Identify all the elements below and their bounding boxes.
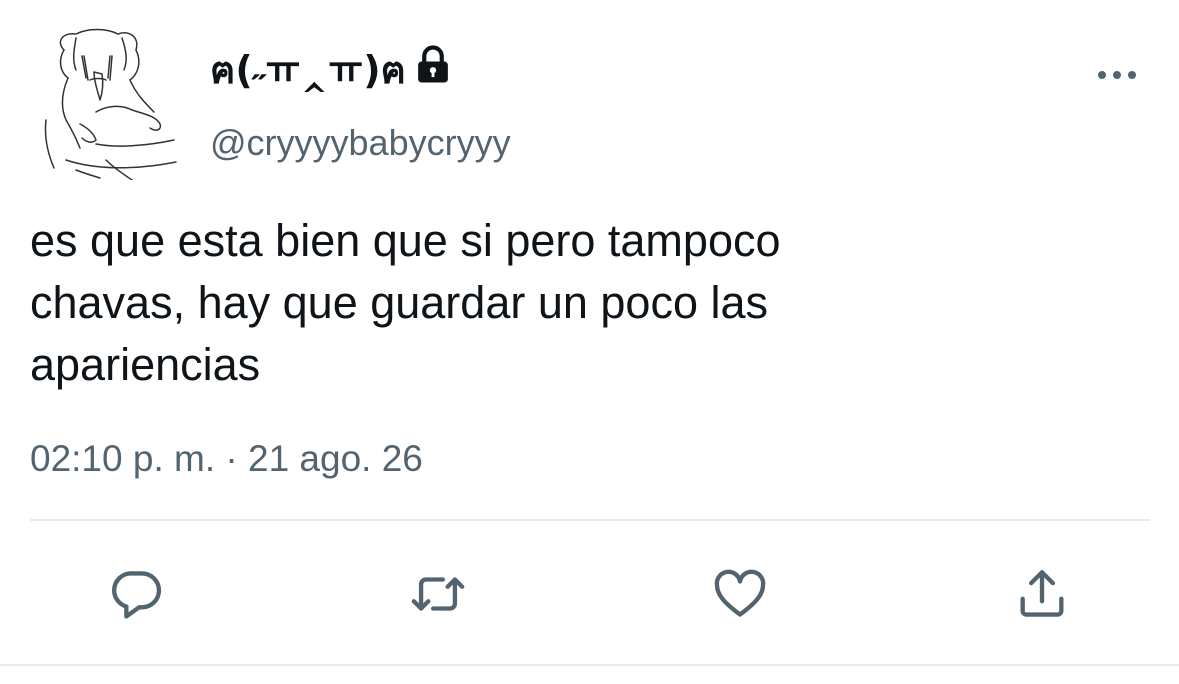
tweet-timestamp[interactable]: 02:10 p. m. · 21 ago. 26 bbox=[30, 438, 423, 480]
heart-icon bbox=[714, 569, 766, 617]
divider bbox=[30, 519, 1150, 521]
display-name-text: ฅ(˶ㅠ‸ㅠ)ฅ bbox=[210, 47, 406, 92]
lock-icon bbox=[412, 44, 454, 86]
retweet-button[interactable] bbox=[406, 562, 470, 626]
tweet-text: es que esta bien que si pero tampoco cha… bbox=[30, 210, 1140, 396]
tweet-text-line: es que esta bien que si pero tampoco bbox=[30, 215, 781, 266]
divider bbox=[0, 664, 1179, 666]
crying-dog-sketch-image bbox=[44, 28, 177, 181]
more-options-button[interactable] bbox=[1092, 58, 1142, 92]
share-button[interactable] bbox=[1010, 562, 1074, 626]
tweet-text-line: apariencias bbox=[30, 339, 261, 390]
tweet-text-line: chavas, hay que guardar un poco las bbox=[30, 277, 768, 328]
like-button[interactable] bbox=[708, 562, 772, 626]
retweet-icon bbox=[411, 577, 465, 611]
reply-button[interactable] bbox=[104, 562, 168, 626]
display-name[interactable]: ฅ(˶ㅠ‸ㅠ)ฅ bbox=[210, 40, 454, 98]
more-options-icon bbox=[1098, 71, 1136, 79]
avatar[interactable] bbox=[36, 20, 186, 181]
share-icon bbox=[1020, 570, 1064, 617]
user-handle[interactable]: @cryyyybabycryyy bbox=[210, 122, 511, 164]
reply-icon bbox=[112, 571, 162, 619]
